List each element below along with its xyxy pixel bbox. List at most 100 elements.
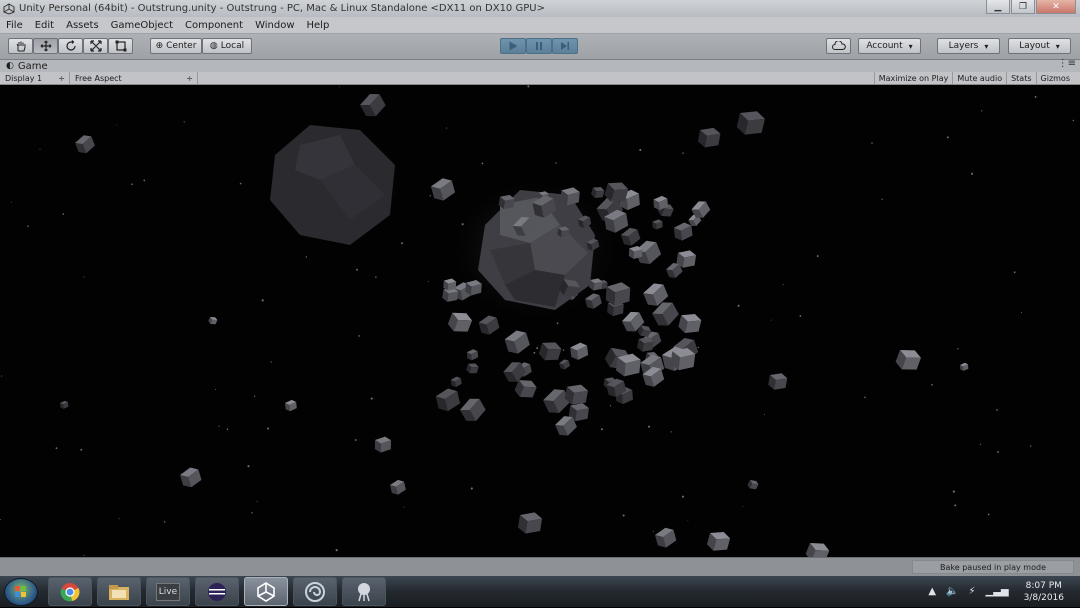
star xyxy=(979,443,981,445)
maximize-on-play-label: Maximize on Play xyxy=(878,73,949,83)
star xyxy=(403,506,405,508)
star xyxy=(987,513,990,516)
mute-audio-toggle[interactable]: Mute audio xyxy=(952,72,1006,84)
transform-tools xyxy=(8,38,133,54)
display-dropdown[interactable]: Display 1 xyxy=(0,72,70,84)
system-tray: ▲ 🔈 ⚡ ▁▃▅ 8:07 PM 3/8/2016 xyxy=(923,576,1080,607)
hand-tool-button[interactable] xyxy=(8,38,33,54)
taskbar-app-swirl[interactable] xyxy=(293,577,337,606)
game-tab-label: Game xyxy=(17,60,48,72)
menu-assets[interactable]: Assets xyxy=(60,20,105,31)
star xyxy=(226,428,229,431)
aspect-dropdown[interactable]: Free Aspect xyxy=(70,72,198,84)
star xyxy=(648,425,651,428)
move-tool-button[interactable] xyxy=(33,38,58,54)
title-bar: Unity Personal (64bit) - Outstrung.unity… xyxy=(0,0,1080,17)
pause-button[interactable] xyxy=(526,38,552,54)
debris-cube xyxy=(460,398,486,421)
star xyxy=(80,448,83,451)
file-explorer-icon xyxy=(109,584,129,600)
minimize-button[interactable]: ▁ xyxy=(986,0,1010,14)
scene-render xyxy=(0,85,1074,557)
step-button[interactable] xyxy=(552,38,578,54)
debris-cube xyxy=(60,400,69,409)
menu-window[interactable]: Window xyxy=(249,20,300,31)
hand-icon xyxy=(16,41,25,52)
star xyxy=(143,179,146,182)
volume-icon[interactable]: 🔈 xyxy=(946,586,958,597)
account-dropdown[interactable]: Account xyxy=(858,38,921,54)
debris-cube xyxy=(450,376,462,388)
menu-bar: File Edit Assets GameObject Component Wi… xyxy=(0,17,1080,34)
menu-edit[interactable]: Edit xyxy=(29,20,60,31)
star xyxy=(536,347,539,350)
game-view-toolbar: Display 1 Free Aspect Maximize on Play M… xyxy=(0,72,1080,85)
star xyxy=(687,519,689,521)
star xyxy=(183,121,185,123)
live-icon: Live xyxy=(156,582,180,601)
taskbar-explorer[interactable] xyxy=(97,577,141,606)
game-tab-bar: ◐ Game ⋮≡ xyxy=(0,58,1080,72)
taskbar-chrome[interactable] xyxy=(48,577,92,606)
clock[interactable]: 8:07 PM 3/8/2016 xyxy=(1024,580,1064,604)
menu-file[interactable]: File xyxy=(0,20,29,31)
pivot-center-button[interactable]: ⊕ Center xyxy=(150,38,202,54)
scale-tool-button[interactable] xyxy=(83,38,108,54)
taskbar-app-paint[interactable] xyxy=(342,577,386,606)
show-hidden-icons[interactable]: ▲ xyxy=(928,586,936,597)
layers-dropdown[interactable]: Layers xyxy=(937,38,1000,54)
windows-logo-icon xyxy=(15,586,26,597)
debris-cube xyxy=(374,436,391,453)
taskbar-unity[interactable] xyxy=(244,577,288,606)
star xyxy=(600,428,604,431)
eclipse-icon xyxy=(208,582,226,601)
star xyxy=(931,383,933,386)
cloud-button[interactable] xyxy=(826,38,851,54)
layout-dropdown[interactable]: Layout xyxy=(1008,38,1071,54)
tab-options-icon[interactable]: ⋮≡ xyxy=(1058,58,1076,69)
stats-toggle[interactable]: Stats xyxy=(1006,72,1035,84)
debris-cube xyxy=(208,317,218,325)
maximize-on-play-toggle[interactable]: Maximize on Play xyxy=(873,72,953,84)
rotate-tool-button[interactable] xyxy=(58,38,83,54)
star xyxy=(261,299,264,302)
debris-cube xyxy=(447,312,473,332)
cloud-group xyxy=(826,38,851,54)
maximize-button[interactable]: ❐ xyxy=(1011,0,1035,14)
star xyxy=(682,152,684,154)
star xyxy=(1020,311,1022,314)
mute-audio-label: Mute audio xyxy=(957,73,1003,83)
star xyxy=(871,142,873,144)
game-viewport[interactable] xyxy=(0,85,1080,557)
layout-group: Layout xyxy=(1008,38,1071,54)
menu-help[interactable]: Help xyxy=(301,20,336,31)
debris-cube xyxy=(706,531,731,551)
taskbar-live[interactable]: Live xyxy=(146,577,190,606)
pause-icon xyxy=(536,42,542,50)
rect-tool-button[interactable] xyxy=(108,38,133,54)
star xyxy=(270,361,272,363)
taskbar-eclipse[interactable] xyxy=(195,577,239,606)
space-local-button[interactable]: ◍ Local xyxy=(202,38,252,54)
menu-gameobject[interactable]: GameObject xyxy=(105,20,179,31)
app-paint-icon xyxy=(358,582,370,601)
rect-icon xyxy=(115,40,126,52)
play-button[interactable] xyxy=(500,38,526,54)
star xyxy=(118,518,120,520)
star xyxy=(335,549,338,552)
debris-cube xyxy=(517,512,543,534)
star xyxy=(163,521,166,523)
tab-game[interactable]: ◐ Game xyxy=(0,61,48,72)
network-icon[interactable]: ▁▃▅ xyxy=(986,586,1009,597)
debris-cube xyxy=(285,399,297,412)
debris-cube xyxy=(75,135,96,154)
scale-icon xyxy=(89,40,102,52)
start-button[interactable] xyxy=(4,578,38,606)
gizmos-dropdown[interactable]: Gizmos xyxy=(1035,72,1080,84)
debris-cube xyxy=(678,314,702,333)
star xyxy=(339,86,340,88)
bake-status-label: Bake paused in play mode xyxy=(940,562,1046,572)
menu-component[interactable]: Component xyxy=(179,20,249,31)
close-button[interactable]: ✕ xyxy=(1036,0,1076,14)
power-icon[interactable]: ⚡ xyxy=(968,586,975,597)
